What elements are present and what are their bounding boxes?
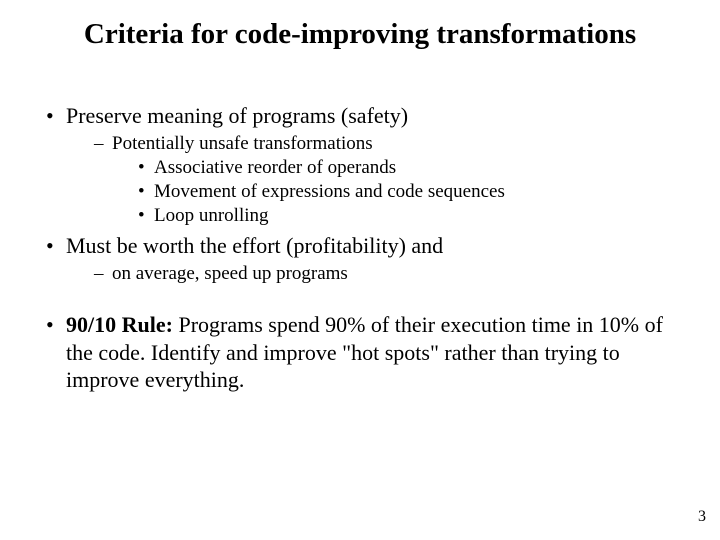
bullet-text: Associative reorder of operands xyxy=(154,157,396,178)
bullet-on-average: on average, speed up programs xyxy=(90,263,684,285)
bullet-unsafe-transforms: Potentially unsafe transformations Assoc… xyxy=(90,133,684,227)
bullet-text: Must be worth the effort (profitability)… xyxy=(66,233,443,258)
sublist: on average, speed up programs xyxy=(66,263,684,285)
bullet-text: Loop unrolling xyxy=(154,205,269,226)
bullet-text: on average, speed up programs xyxy=(112,263,348,284)
bullet-loop-unrolling: Loop unrolling xyxy=(134,205,684,227)
page-number: 3 xyxy=(698,508,706,526)
bullet-associative-reorder: Associative reorder of operands xyxy=(134,157,684,179)
bullet-text: Movement of expressions and code sequenc… xyxy=(154,181,505,202)
bullet-text: Potentially unsafe transformations xyxy=(112,133,373,154)
sublist: Potentially unsafe transformations Assoc… xyxy=(66,133,684,227)
bullet-text: Preserve meaning of programs (safety) xyxy=(66,103,408,128)
bullet-9010-rule: 90/10 Rule: Programs spend 90% of their … xyxy=(42,311,684,394)
slide: Criteria for code-improving transformati… xyxy=(0,0,720,540)
bullet-list: 90/10 Rule: Programs spend 90% of their … xyxy=(36,311,684,394)
bullet-movement: Movement of expressions and code sequenc… xyxy=(134,181,684,203)
sublist: Associative reorder of operands Movement… xyxy=(112,157,684,227)
spacer xyxy=(36,291,684,311)
bullet-bold-lead: 90/10 Rule: xyxy=(66,312,173,337)
bullet-list: Preserve meaning of programs (safety) Po… xyxy=(36,103,684,285)
slide-title: Criteria for code-improving transformati… xyxy=(36,18,684,51)
bullet-worth-effort: Must be worth the effort (profitability)… xyxy=(42,233,684,285)
bullet-preserve-meaning: Preserve meaning of programs (safety) Po… xyxy=(42,103,684,227)
